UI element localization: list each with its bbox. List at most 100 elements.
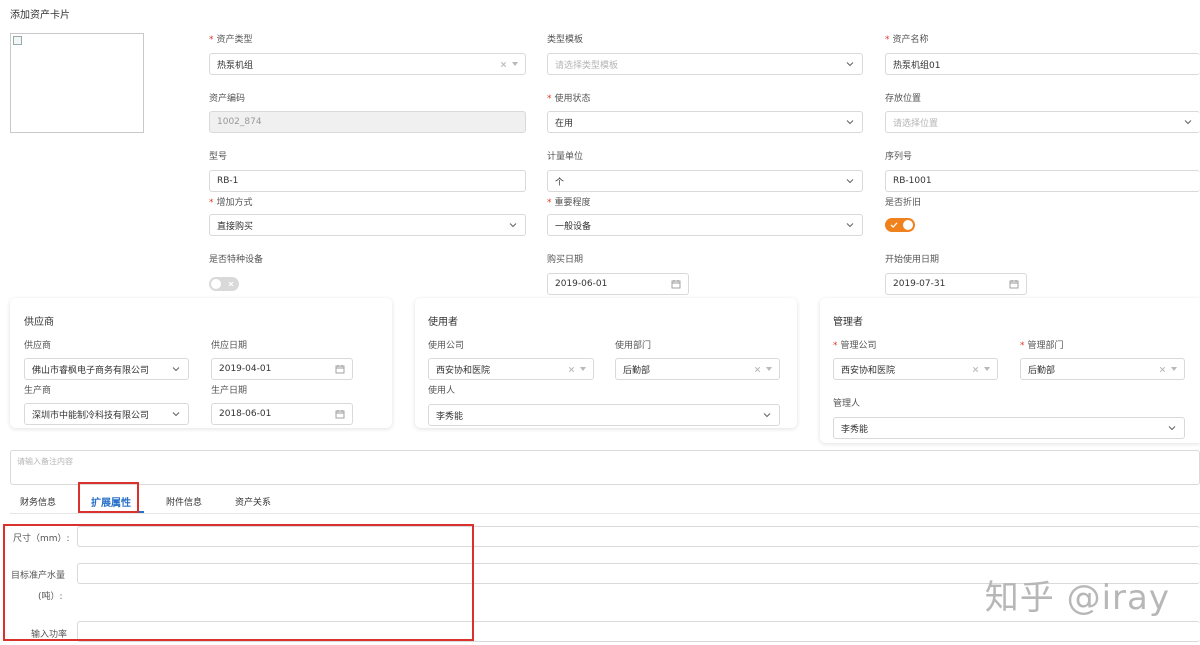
manufacturer-value: 深圳市中能制冷科技有限公司 bbox=[32, 410, 150, 421]
clear-icon[interactable] bbox=[567, 365, 576, 374]
serial-value: RB-1001 bbox=[893, 176, 932, 186]
asset-type-label: 资产类型 bbox=[209, 32, 253, 45]
supplier-select[interactable]: 佛山市睿枫电子商务有限公司 bbox=[24, 358, 189, 380]
chevron-down-icon bbox=[845, 117, 855, 127]
toggle-knob bbox=[211, 279, 221, 289]
user-card-title: 使用者 bbox=[428, 317, 458, 328]
calendar-icon bbox=[335, 364, 345, 374]
manager-company-value: 西安协和医院 bbox=[841, 365, 896, 376]
caret-down-icon bbox=[580, 367, 586, 371]
caret-down-icon bbox=[1171, 367, 1177, 371]
user-company-value: 西安协和医院 bbox=[436, 365, 491, 376]
manufacturer-label: 生产商 bbox=[24, 386, 52, 396]
purchase-date-value: 2019-06-01 bbox=[555, 279, 608, 289]
supplier-card-title: 供应商 bbox=[24, 317, 54, 328]
start-date-picker[interactable]: 2019-07-31 bbox=[885, 273, 1027, 295]
importance-label: 重要程度 bbox=[547, 195, 591, 208]
manager-card: 管理者 管理公司 西安协和医院 管理部门 后勤部 管理人 李秀能 bbox=[820, 298, 1200, 443]
usage-status-select[interactable]: 在用 bbox=[547, 111, 863, 133]
importance-select[interactable]: 一般设备 bbox=[547, 214, 863, 236]
user-department-value: 后勤部 bbox=[623, 365, 651, 376]
manager-company-label: 管理公司 bbox=[833, 338, 877, 351]
chevron-down-icon bbox=[845, 176, 855, 186]
manufacturer-select[interactable]: 深圳市中能制冷科技有限公司 bbox=[24, 403, 189, 425]
chevron-down-icon bbox=[171, 409, 181, 419]
purchase-date-label: 购买日期 bbox=[547, 255, 584, 265]
type-template-select[interactable]: 请选择类型模板 bbox=[547, 53, 863, 75]
caret-down-icon bbox=[512, 62, 518, 66]
asset-code-label: 资产编码 bbox=[209, 94, 246, 104]
manager-department-select[interactable]: 后勤部 bbox=[1020, 358, 1185, 380]
clear-icon[interactable] bbox=[971, 365, 980, 374]
special-equipment-toggle[interactable] bbox=[209, 277, 239, 291]
supply-date-value: 2019-04-01 bbox=[219, 364, 272, 374]
type-template-label: 类型模板 bbox=[547, 35, 584, 45]
user-card: 使用者 使用公司 西安协和医院 使用部门 后勤部 使用人 李秀能 bbox=[415, 298, 797, 428]
supply-date-label: 供应日期 bbox=[211, 341, 248, 351]
production-date-value: 2018-06-01 bbox=[219, 409, 272, 419]
manager-value: 李秀能 bbox=[841, 424, 869, 435]
chevron-down-icon bbox=[1183, 117, 1193, 127]
asset-name-input[interactable]: 热泵机组01 bbox=[885, 53, 1200, 75]
user-department-label: 使用部门 bbox=[615, 341, 652, 351]
clear-icon[interactable] bbox=[1158, 365, 1167, 374]
clear-icon[interactable] bbox=[499, 60, 508, 69]
supplier-card: 供应商 供应商 佛山市睿枫电子商务有限公司 供应日期 2019-04-01 生产… bbox=[10, 298, 392, 428]
production-date-picker[interactable]: 2018-06-01 bbox=[211, 403, 353, 425]
model-input[interactable]: RB-1 bbox=[209, 170, 526, 192]
manager-select[interactable]: 李秀能 bbox=[833, 417, 1185, 439]
tab-asset-relations[interactable]: 资产关系 bbox=[235, 495, 271, 508]
supply-date-picker[interactable]: 2019-04-01 bbox=[211, 358, 353, 380]
asset-type-select[interactable]: 热泵机组 bbox=[209, 53, 526, 75]
manager-company-select[interactable]: 西安协和医院 bbox=[833, 358, 998, 380]
caret-down-icon bbox=[984, 367, 990, 371]
remark-textarea[interactable]: 请输入备注内容 bbox=[10, 450, 1200, 485]
chevron-down-icon bbox=[171, 364, 181, 374]
location-select[interactable]: 请选择位置 bbox=[885, 111, 1200, 133]
calendar-icon bbox=[671, 279, 681, 289]
unit-select[interactable]: 个 bbox=[547, 170, 863, 192]
asset-code-input: 1002_874 bbox=[209, 111, 526, 133]
depreciation-label: 是否折旧 bbox=[885, 198, 922, 208]
add-method-select[interactable]: 直接购买 bbox=[209, 214, 526, 236]
asset-image-upload[interactable] bbox=[10, 33, 144, 133]
calendar-icon bbox=[335, 409, 345, 419]
chevron-down-icon bbox=[845, 59, 855, 69]
user-value: 李秀能 bbox=[436, 411, 464, 422]
purchase-date-picker[interactable]: 2019-06-01 bbox=[547, 273, 689, 295]
user-company-select[interactable]: 西安协和医院 bbox=[428, 358, 594, 380]
depreciation-toggle[interactable] bbox=[885, 218, 915, 232]
tab-attachments[interactable]: 附件信息 bbox=[166, 495, 202, 508]
asset-name-label: 资产名称 bbox=[885, 32, 929, 45]
production-date-label: 生产日期 bbox=[211, 386, 248, 396]
user-select[interactable]: 李秀能 bbox=[428, 404, 780, 426]
model-label: 型号 bbox=[209, 152, 228, 162]
manager-department-value: 后勤部 bbox=[1028, 365, 1056, 376]
importance-value: 一般设备 bbox=[555, 221, 592, 232]
asset-code-value: 1002_874 bbox=[217, 117, 262, 127]
unit-label: 计量单位 bbox=[547, 152, 584, 162]
caret-down-icon bbox=[766, 367, 772, 371]
asset-name-value: 热泵机组01 bbox=[893, 60, 941, 71]
usage-status-label: 使用状态 bbox=[547, 91, 591, 104]
manager-department-label: 管理部门 bbox=[1020, 338, 1064, 351]
clear-icon[interactable] bbox=[753, 365, 762, 374]
type-template-placeholder: 请选择类型模板 bbox=[555, 60, 619, 71]
chevron-down-icon bbox=[508, 220, 518, 230]
ext-attributes-highlight-box bbox=[3, 524, 474, 641]
supplier-label: 供应商 bbox=[24, 341, 52, 351]
user-department-select[interactable]: 后勤部 bbox=[615, 358, 780, 380]
asset-type-value: 热泵机组 bbox=[217, 60, 254, 71]
remark-placeholder: 请输入备注内容 bbox=[17, 457, 73, 466]
manager-label: 管理人 bbox=[833, 399, 861, 409]
supplier-value: 佛山市睿枫电子商务有限公司 bbox=[32, 365, 150, 376]
chevron-down-icon bbox=[1167, 423, 1177, 433]
watermark: 知乎 @iray bbox=[984, 578, 1170, 618]
serial-input[interactable]: RB-1001 bbox=[885, 170, 1200, 192]
broken-image-icon bbox=[13, 36, 22, 45]
tabs-divider bbox=[10, 513, 1200, 514]
tab-finance[interactable]: 财务信息 bbox=[20, 495, 56, 508]
user-company-label: 使用公司 bbox=[428, 341, 465, 351]
usage-status-value: 在用 bbox=[555, 118, 574, 129]
chevron-down-icon bbox=[762, 410, 772, 420]
